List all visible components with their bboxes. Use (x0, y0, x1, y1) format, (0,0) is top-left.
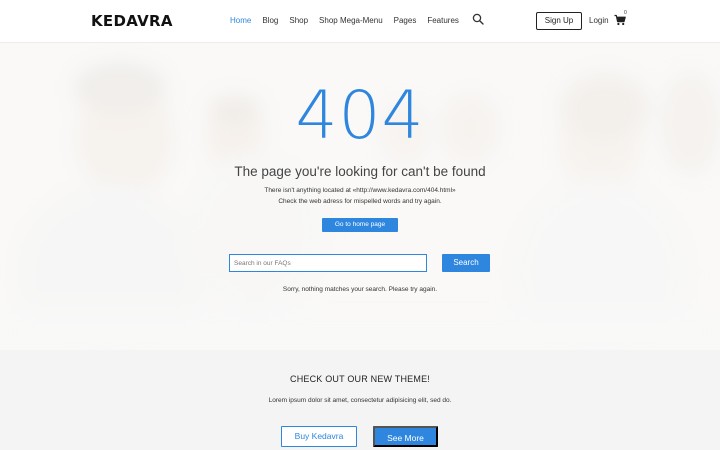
error-code: 404 (295, 77, 425, 154)
search-icon[interactable] (472, 13, 484, 25)
error-hero: 404 The page you're looking for can't be… (0, 43, 720, 350)
nav-item-shop-mega-menu[interactable]: Shop Mega-Menu (319, 16, 383, 25)
nav-item-blog[interactable]: Blog (262, 16, 278, 25)
error-title: The page you're looking for can't be fou… (234, 164, 486, 179)
login-link[interactable]: Login (589, 16, 609, 25)
nav-item-home[interactable]: Home (230, 16, 251, 25)
promo-section: CHECK OUT OUR NEW THEME! Lorem ipsum dol… (0, 350, 720, 450)
nav-item-shop[interactable]: Shop (289, 16, 308, 25)
buy-kedavra-button[interactable]: Buy Kedavra (281, 426, 357, 447)
nav-item-features[interactable]: Features (427, 16, 459, 25)
error-message-hint: Check the web adress for mispelled words… (278, 198, 442, 205)
faq-search-input[interactable] (229, 254, 427, 272)
site-header: KEDAVRA Home Blog Shop Shop Mega-Menu Pa… (0, 0, 720, 43)
nav-item-pages[interactable]: Pages (394, 16, 417, 25)
go-home-button[interactable]: Go to home page (322, 218, 398, 232)
cart-count-badge: 0 (624, 10, 627, 16)
promo-title: CHECK OUT OUR NEW THEME! (290, 374, 430, 384)
main-nav: Home Blog Shop Shop Mega-Menu Pages Feat… (230, 13, 484, 25)
faq-search-button[interactable]: Search (442, 254, 490, 272)
sign-up-button[interactable]: Sign Up (536, 12, 582, 30)
error-content: 404 The page you're looking for can't be… (0, 43, 720, 350)
site-logo[interactable]: KEDAVRA (91, 12, 173, 30)
no-results-message: Sorry, nothing matches your search. Plea… (282, 286, 438, 293)
error-message-url: There isn't anything located at «http://… (264, 187, 456, 194)
promo-text: Lorem ipsum dolor sit amet, consectetur … (268, 397, 452, 404)
see-more-button[interactable]: See More (373, 426, 438, 447)
